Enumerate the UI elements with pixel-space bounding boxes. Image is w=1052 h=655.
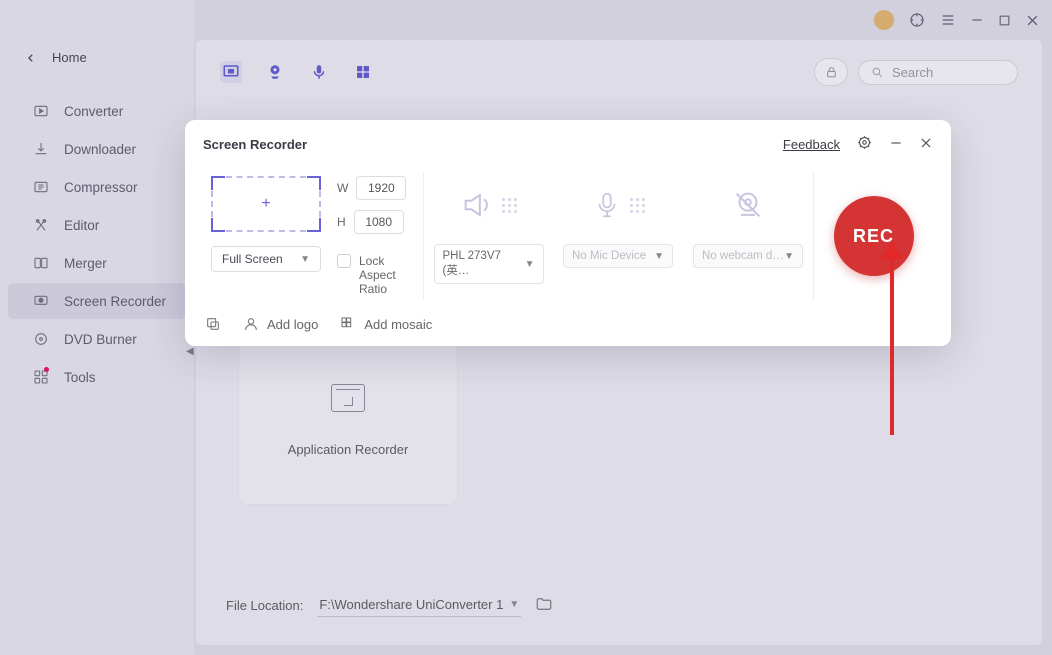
microphone-icon (592, 182, 645, 228)
screenshot-icon (205, 316, 221, 332)
width-input[interactable]: 1920 (356, 176, 406, 200)
screen-mode-select[interactable]: Full Screen ▼ (211, 246, 321, 272)
mic-device-select[interactable]: No Mic Device ▼ (563, 244, 673, 268)
plus-icon: + (261, 195, 270, 213)
sidebar-item-screen-recorder[interactable]: Screen Recorder (8, 283, 186, 319)
add-mosaic-label: Add mosaic (364, 317, 432, 332)
height-label: H (337, 215, 346, 229)
application-recorder-icon (331, 384, 365, 412)
capture-region-selector[interactable]: + (211, 176, 321, 232)
card-title: Application Recorder (288, 442, 409, 457)
close-icon[interactable] (1025, 13, 1040, 28)
menu-icon[interactable] (940, 12, 956, 28)
chevron-down-icon: ▼ (525, 259, 535, 270)
add-logo-label: Add logo (267, 317, 318, 332)
editor-icon (32, 217, 50, 233)
mode-webcam-icon[interactable] (264, 61, 286, 83)
chevron-down-icon: ▼ (300, 254, 310, 265)
mic-device-label: No Mic Device (572, 250, 646, 262)
tools-icon (32, 369, 50, 385)
webcam-device-select[interactable]: No webcam d… ▼ (693, 244, 803, 268)
user-avatar[interactable] (874, 10, 894, 30)
sidebar-item-editor[interactable]: Editor (8, 207, 186, 243)
file-location-label: File Location: (226, 598, 303, 613)
sidebar-item-label: Downloader (64, 142, 136, 157)
converter-icon (32, 103, 50, 119)
home-label: Home (52, 50, 87, 65)
webcam-device-label: No webcam d… (702, 250, 784, 262)
sidebar-item-label: Screen Recorder (64, 294, 166, 309)
sidebar-item-compressor[interactable]: Compressor (8, 169, 186, 205)
sidebar-item-label: Compressor (64, 180, 138, 195)
sidebar-item-label: Converter (64, 104, 123, 119)
annotation-arrow (890, 255, 894, 435)
sidebar-item-label: Editor (64, 218, 99, 233)
file-location-path: F:\Wondershare UniConverter 1 (319, 597, 503, 612)
sidebar-item-dvd-burner[interactable]: DVD Burner (8, 321, 186, 357)
sidebar: Home Converter Downloader Compressor Edi… (0, 0, 195, 655)
feedback-link[interactable]: Feedback (783, 137, 840, 152)
sidebar-item-converter[interactable]: Converter (8, 93, 186, 129)
sidebar-item-merger[interactable]: Merger (8, 245, 186, 281)
audio-device-label: PHL 273V7 (英… (443, 250, 525, 278)
dialog-minimize-icon[interactable] (889, 136, 903, 153)
checkbox-icon (337, 254, 351, 268)
search-icon (871, 66, 884, 79)
application-recorder-card[interactable]: Application Recorder (238, 335, 458, 505)
mosaic-icon (340, 316, 356, 332)
screen-mode-label: Full Screen (222, 252, 283, 266)
lock-aspect-checkbox[interactable]: Lock Aspect Ratio (337, 254, 419, 296)
person-icon (243, 316, 259, 332)
search-input[interactable]: Search (858, 60, 1018, 85)
width-label: W (337, 181, 348, 195)
lock-button[interactable] (814, 58, 848, 86)
file-location-select[interactable]: F:\Wondershare UniConverter 1 ▼ (317, 593, 521, 617)
mode-screen-icon[interactable] (220, 61, 242, 83)
sidebar-item-label: Merger (64, 256, 107, 271)
sidebar-item-tools[interactable]: Tools (8, 359, 186, 395)
settings-icon[interactable] (856, 134, 873, 154)
support-icon[interactable] (908, 11, 926, 29)
height-input[interactable]: 1080 (354, 210, 404, 234)
chevron-down-icon: ▼ (784, 251, 794, 262)
maximize-icon[interactable] (998, 14, 1011, 27)
home-button[interactable]: Home (0, 40, 194, 91)
merger-icon (32, 255, 50, 271)
audio-device-select[interactable]: PHL 273V7 (英… ▼ (434, 244, 544, 284)
minimize-icon[interactable] (970, 13, 984, 27)
add-logo-button[interactable]: Add logo (243, 316, 318, 332)
downloader-icon (32, 141, 50, 157)
lock-aspect-label: Lock Aspect Ratio (359, 254, 419, 296)
record-button[interactable]: REC (834, 196, 914, 276)
sidebar-item-label: DVD Burner (64, 332, 137, 347)
system-audio-icon (460, 182, 517, 228)
chevron-down-icon: ▼ (654, 251, 664, 262)
screen-recorder-icon (32, 293, 50, 309)
open-folder-icon[interactable] (535, 595, 553, 616)
add-mosaic-button[interactable]: Add mosaic (340, 316, 432, 332)
screen-recorder-dialog: Screen Recorder Feedback (185, 120, 951, 346)
dialog-title: Screen Recorder (203, 137, 307, 152)
webcam-icon (731, 182, 765, 228)
screenshot-tool[interactable] (205, 316, 221, 332)
mode-grid-icon[interactable] (352, 61, 374, 83)
mode-audio-icon[interactable] (308, 61, 330, 83)
dialog-close-icon[interactable] (919, 136, 933, 153)
chevron-down-icon: ▼ (509, 599, 519, 610)
search-placeholder: Search (892, 65, 933, 80)
dvd-burner-icon (32, 331, 50, 347)
sidebar-item-label: Tools (64, 370, 96, 385)
sidebar-item-downloader[interactable]: Downloader (8, 131, 186, 167)
compressor-icon (32, 179, 50, 195)
